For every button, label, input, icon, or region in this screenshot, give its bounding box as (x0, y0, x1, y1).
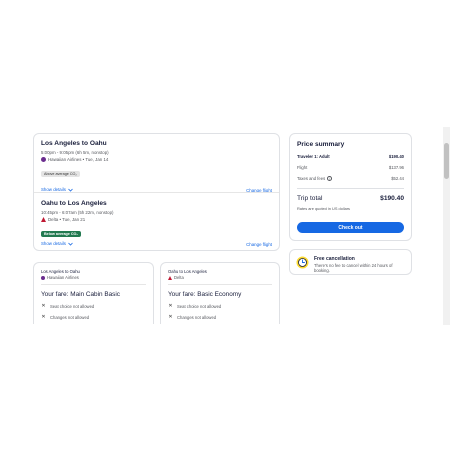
co2-badge: Below average CO₂ (41, 231, 82, 237)
flight-price: $137.96 (388, 165, 404, 170)
x-icon: ✕ (41, 314, 46, 320)
fare-card-return: Oahu to Los Angeles Delta Your fare: Bas… (160, 262, 280, 324)
restriction-label: Seat choice not allowed (177, 303, 222, 309)
flight-price-label: Flight (297, 165, 308, 170)
fare-divider (41, 284, 146, 285)
fare-divider (168, 284, 272, 285)
x-icon: ✕ (168, 303, 173, 309)
restriction-label: Changes not allowed (177, 314, 217, 320)
cancellation-title: Free cancellation (314, 256, 355, 262)
flight-airline-date: Delta • Tue, Jan 21 (48, 217, 86, 222)
traveler-row: Traveler 1: Adult $190.40 (297, 154, 404, 159)
fare-airline-row: Hawaiian Airlines (41, 275, 146, 280)
hawaiian-airlines-logo-icon (41, 275, 45, 280)
flight-airline-row: Hawaiian Airlines • Tue, Jan 14 (41, 157, 272, 162)
currency-note: Rates are quoted in US dollars (297, 206, 350, 211)
fare-name: Your fare: Main Cabin Basic (41, 291, 120, 298)
summary-divider (297, 188, 404, 189)
flight-title: Oahu to Los Angeles (41, 200, 107, 207)
fare-airline-row: Delta (168, 275, 272, 280)
price-summary-card: Price summary Traveler 1: Adult $190.40 … (289, 133, 412, 241)
cancellation-text: There's no fee to cancel within 24 hours… (314, 263, 393, 274)
flight-time: 10:45pm - 6:07am (5h 22m, nonstop) (41, 210, 114, 215)
fare-restriction: ✕ Seat choice not allowed (168, 303, 272, 309)
fare-restriction: ✕ Seat choice not allowed (41, 303, 146, 309)
fare-route: Los Angeles to Oahu (41, 269, 80, 274)
trip-total-label: Trip total (297, 195, 323, 202)
chevron-down-icon (68, 242, 73, 246)
flight-time: 5:00pm - 9:05pm (6h 5m, nonstop) (41, 150, 109, 155)
fare-card-outbound: Los Angeles to Oahu Hawaiian Airlines Yo… (33, 262, 154, 324)
traveler-total: $190.40 (388, 154, 404, 159)
flight-return: Oahu to Los Angeles 10:45pm - 6:07am (5h… (41, 200, 272, 247)
price-summary-title: Price summary (297, 141, 345, 148)
taxes-label: Taxes and fees (297, 176, 326, 181)
change-flight-link[interactable]: Change flight (246, 242, 272, 247)
trip-total-row: Trip total $190.40 (297, 195, 404, 202)
traveler-label: Traveler 1: Adult (297, 154, 330, 159)
flight-divider (34, 192, 279, 193)
restriction-label: Changes not allowed (50, 314, 90, 320)
flight-list-card: Los Angeles to Oahu 5:00pm - 9:05pm (6h … (33, 133, 280, 251)
delta-logo-icon (168, 275, 172, 280)
flight-airline-row: Delta • Tue, Jan 21 (41, 217, 272, 222)
co2-badge: Above average CO₂ (41, 171, 80, 177)
clock-icon (296, 256, 309, 269)
x-icon: ✕ (168, 314, 173, 320)
trip-total: $190.40 (380, 195, 404, 202)
fare-airline: Hawaiian Airlines (47, 275, 79, 280)
fare-restriction: ✕ Changes not allowed (168, 314, 272, 320)
hawaiian-airlines-logo-icon (41, 157, 46, 162)
delta-logo-icon (41, 217, 46, 222)
fare-name: Your fare: Basic Economy (168, 291, 242, 298)
x-icon: ✕ (41, 303, 46, 309)
show-details-link[interactable]: Show details (41, 241, 73, 246)
info-icon[interactable]: i (327, 176, 333, 181)
flight-price-row: Flight $137.96 (297, 165, 404, 170)
chevron-down-icon (68, 188, 73, 192)
flight-title: Los Angeles to Oahu (41, 140, 107, 147)
fare-route: Oahu to Los Angeles (168, 269, 207, 274)
scrollbar-thumb[interactable] (444, 143, 449, 179)
page-scrollbar[interactable] (443, 127, 450, 325)
restriction-label: Seat choice not allowed (50, 303, 95, 309)
free-cancellation-card: Free cancellation There's no fee to canc… (289, 249, 412, 275)
taxes-row: Taxes and fees i $52.44 (297, 176, 404, 181)
fare-restriction: ✕ Changes not allowed (41, 314, 146, 320)
flight-outbound: Los Angeles to Oahu 5:00pm - 9:05pm (6h … (41, 140, 272, 193)
fare-airline: Delta (174, 275, 184, 280)
show-details-label: Show details (41, 241, 66, 246)
taxes-price: $52.44 (391, 176, 404, 181)
checkout-button[interactable]: Check out (297, 222, 404, 233)
flight-airline-date: Hawaiian Airlines • Tue, Jan 14 (48, 157, 109, 162)
